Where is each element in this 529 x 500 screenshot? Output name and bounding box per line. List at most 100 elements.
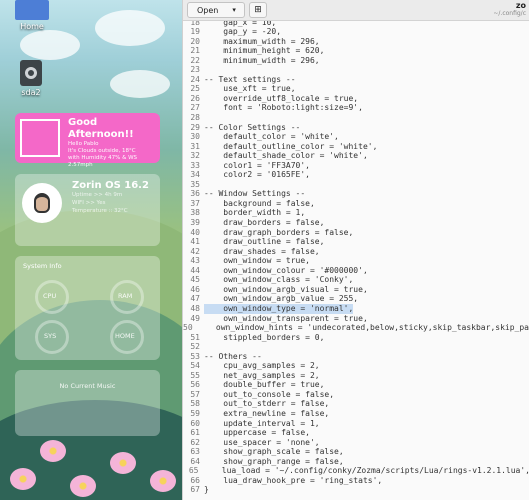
code-line[interactable]: 38 border_width = 1, — [183, 208, 529, 218]
editor-toolbar: Open ▾ ⊞ zo ~/.config/c — [183, 0, 529, 21]
code-line[interactable]: 44 own_window_colour = '#000000', — [183, 266, 529, 276]
greeting-line: Hello Pablo — [68, 141, 99, 147]
code-line[interactable]: 26 override_utf8_locale = true, — [183, 94, 529, 104]
code-line[interactable]: 50 own_window_hints = 'undecorated,below… — [183, 323, 529, 333]
code-line[interactable]: 27 font = 'Roboto:light:size=9', — [183, 103, 529, 113]
line-text: show_graph_scale = false, — [204, 447, 344, 457]
line-number: 62 — [190, 437, 200, 447]
code-view[interactable]: 17 alignment = 'middle_left',18 gap_x = … — [183, 8, 529, 495]
code-line[interactable]: 47 own_window_argb_value = 255, — [183, 294, 529, 304]
flower-decoration — [40, 440, 66, 462]
code-line[interactable]: 57 out_to_console = false, — [183, 390, 529, 400]
code-line[interactable]: 33 color1 = 'FF3A70', — [183, 161, 529, 171]
code-line[interactable]: 20 maximum_width = 296, — [183, 37, 529, 47]
code-line[interactable]: 39 draw_borders = false, — [183, 218, 529, 228]
line-text: draw_borders = false, — [204, 218, 325, 228]
line-number: 42 — [190, 246, 200, 256]
code-line[interactable]: 63 show_graph_scale = false, — [183, 447, 529, 457]
code-line[interactable]: 25 use_xft = true, — [183, 84, 529, 94]
code-line[interactable]: 67} — [183, 485, 529, 495]
open-button-label: Open — [197, 5, 219, 15]
code-line[interactable]: 22 minimum_width = 296, — [183, 56, 529, 66]
code-line[interactable]: 41 draw_outline = false, — [183, 237, 529, 247]
avatar — [22, 183, 62, 223]
os-info-line: Temperature :: 32°C — [72, 208, 128, 214]
code-line[interactable]: 43 own_window = true, — [183, 256, 529, 266]
sda2-desktop-icon[interactable]: sda2 — [20, 60, 42, 97]
code-line[interactable]: 24 -- Text settings -- — [183, 75, 529, 85]
code-line[interactable]: 29 -- Color Settings -- — [183, 123, 529, 133]
line-number: 21 — [190, 46, 200, 56]
code-line[interactable]: 36 -- Window Settings -- — [183, 189, 529, 199]
code-line[interactable]: 35 — [183, 180, 529, 190]
line-text: own_window_class = 'Conky', — [204, 275, 354, 285]
code-line[interactable]: 40 draw_graph_borders = false, — [183, 228, 529, 238]
code-line[interactable]: 62 use_spacer = 'none', — [183, 438, 529, 448]
code-line[interactable]: 56 double_buffer = true, — [183, 380, 529, 390]
code-line[interactable]: 61 uppercase = false, — [183, 428, 529, 438]
code-line[interactable]: 32 default_shade_color = 'white', — [183, 151, 529, 161]
line-number: 41 — [190, 237, 200, 247]
line-number: 47 — [190, 294, 200, 304]
code-line[interactable]: 52 — [183, 342, 529, 352]
line-text: draw_graph_borders = false, — [204, 227, 354, 237]
code-line[interactable]: 46 own_window_argb_visual = true, — [183, 285, 529, 295]
new-tab-button[interactable]: ⊞ — [249, 2, 267, 18]
cloud-decoration — [95, 10, 165, 46]
line-number: 55 — [190, 370, 200, 380]
line-text: own_window_type = 'normal', — [204, 303, 354, 314]
code-line[interactable]: 37 background = false, — [183, 199, 529, 209]
code-line[interactable]: 19 gap_y = -20, — [183, 27, 529, 37]
line-number: 61 — [190, 428, 200, 438]
code-line[interactable]: 49 own_window_transparent = true, — [183, 314, 529, 324]
line-number: 51 — [190, 332, 200, 342]
code-line[interactable]: 21 minimum_height = 620, — [183, 46, 529, 56]
code-line[interactable]: 53 -- Others -- — [183, 352, 529, 362]
code-line[interactable]: 64 show_graph_range = false, — [183, 457, 529, 467]
cloud-decoration — [20, 30, 80, 60]
code-line[interactable]: 58 out_to_stderr = false, — [183, 399, 529, 409]
home-desktop-icon[interactable]: Home — [15, 0, 49, 31]
code-line[interactable]: 45 own_window_class = 'Conky', — [183, 275, 529, 285]
code-line[interactable]: 60 update_interval = 1, — [183, 419, 529, 429]
music-status: No Current Music — [59, 382, 116, 390]
line-text: default_shade_color = 'white', — [204, 151, 368, 161]
code-line[interactable]: 48 own_window_type = 'normal', — [183, 303, 529, 314]
music-widget: No Current Music — [15, 370, 160, 436]
code-line[interactable]: 23 — [183, 65, 529, 75]
os-info-line: WIFI >> Yes — [72, 200, 106, 206]
line-text: -- Color Settings -- — [204, 122, 301, 132]
code-line[interactable]: 42 draw_shades = false, — [183, 247, 529, 257]
code-line[interactable]: 54 cpu_avg_samples = 2, — [183, 361, 529, 371]
code-line[interactable]: 66 lua_draw_hook_pre = 'ring_stats', — [183, 476, 529, 486]
code-line[interactable]: 30 default_color = 'white', — [183, 132, 529, 142]
line-number: 24 — [190, 74, 200, 84]
line-number: 50 — [183, 323, 193, 333]
line-number: 19 — [190, 27, 200, 37]
code-line[interactable]: 28 — [183, 113, 529, 123]
code-line[interactable]: 55 net_avg_samples = 2, — [183, 371, 529, 381]
sys-ring-label: SYS — [44, 332, 57, 340]
os-info-line: Uptime >> 4h 9m — [72, 192, 123, 198]
sda2-icon-label: sda2 — [21, 88, 41, 97]
code-line[interactable]: 59 extra_newline = false, — [183, 409, 529, 419]
code-line[interactable]: 31 default_outline_color = 'white', — [183, 142, 529, 152]
line-text: minimum_width = 296, — [204, 55, 320, 65]
open-button[interactable]: Open ▾ — [187, 2, 245, 18]
line-number: 66 — [190, 475, 200, 485]
code-line[interactable]: 51 stippled_borders = 0, — [183, 333, 529, 343]
system-info-title: System Info — [23, 262, 62, 270]
line-text: out_to_stderr = false, — [204, 399, 330, 409]
line-text: background = false, — [204, 198, 315, 208]
flower-decoration — [10, 468, 36, 490]
document-title: zo ~/.config/c — [493, 1, 526, 17]
code-line[interactable]: 65 lua_load = '~/.config/conky/Zozma/scr… — [183, 466, 529, 476]
line-number: 29 — [190, 122, 200, 132]
code-line[interactable]: 34 color2 = '0165FE', — [183, 170, 529, 180]
line-text: minimum_height = 620, — [204, 46, 325, 56]
line-text: -- Others -- — [204, 351, 262, 361]
line-text: own_window_argb_value = 255, — [204, 294, 359, 304]
line-text: stippled_borders = 0, — [204, 332, 325, 342]
line-text: } — [204, 485, 209, 495]
line-number: 33 — [190, 160, 200, 170]
